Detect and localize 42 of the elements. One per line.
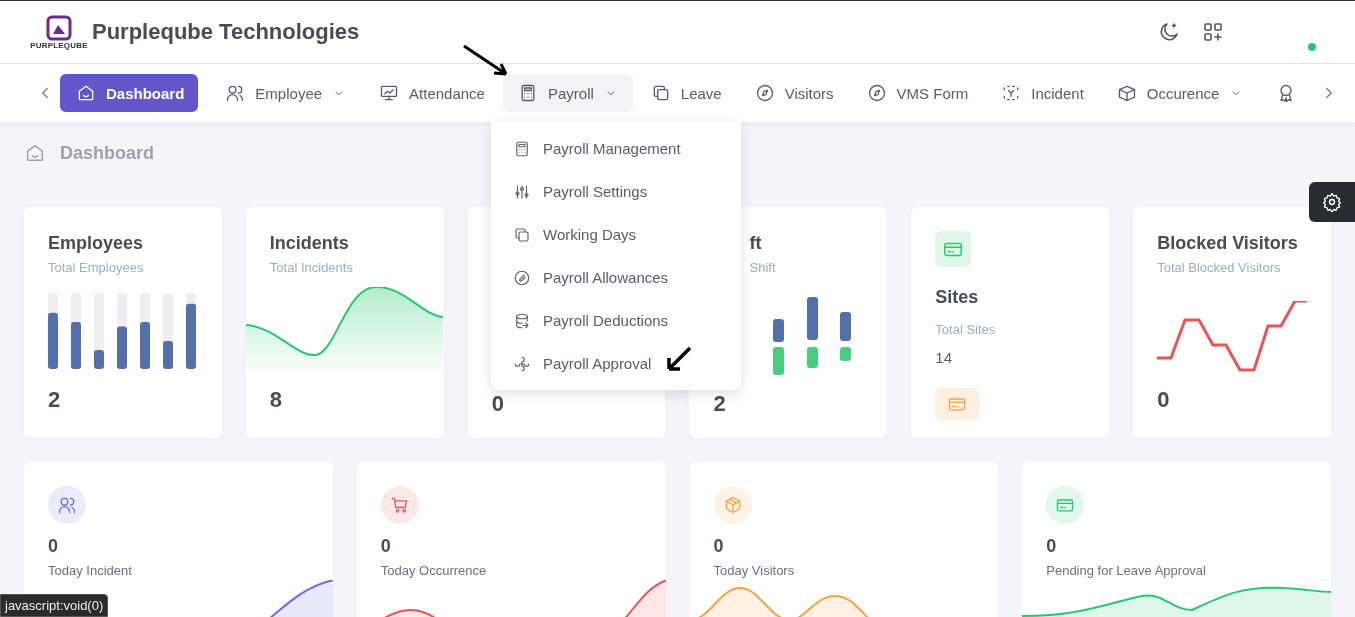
menu-item[interactable]: Payroll Allowances bbox=[491, 256, 741, 299]
card-value: 0 bbox=[1157, 387, 1170, 413]
nav-tab[interactable]: Leave bbox=[635, 74, 737, 112]
card-subtitle: Total Incidents bbox=[269, 260, 354, 275]
card-title: Sites bbox=[935, 287, 980, 308]
company-name: Purpleqube Technologies bbox=[92, 19, 361, 45]
menu-item[interactable]: Payroll Settings bbox=[491, 170, 741, 213]
menu-item[interactable]: Working Days bbox=[491, 213, 741, 256]
card-value: 0 bbox=[48, 536, 59, 557]
card-subtitle: Shift bbox=[748, 260, 777, 275]
nav-tab[interactable]: Dashboard bbox=[60, 74, 199, 112]
card-value: 0 bbox=[380, 536, 392, 557]
card-value: 0 bbox=[713, 536, 725, 557]
card-subtitle: Total Employees bbox=[48, 260, 145, 275]
card-label: Today Occurrence bbox=[380, 563, 488, 578]
nav-tab[interactable]: Attendance bbox=[364, 74, 500, 112]
card-title: Blocked Visitors bbox=[1157, 233, 1299, 254]
card-label: Pending for Leave Approval bbox=[1046, 563, 1207, 578]
card-value: 14 bbox=[935, 349, 953, 366]
card-value: 8 bbox=[269, 387, 283, 413]
card-title: ft bbox=[748, 233, 763, 254]
card-subtitle: Total Sites bbox=[935, 322, 997, 337]
card-title: Employees bbox=[48, 233, 145, 254]
card-title: Incidents bbox=[269, 233, 350, 254]
status-tooltip: javascript:void(0) bbox=[0, 594, 109, 617]
logo[interactable]: PURPLEQUBE bbox=[30, 13, 88, 51]
card-label: Today Visitors bbox=[713, 563, 796, 578]
nav-tab[interactable]: Occurence bbox=[1101, 74, 1259, 112]
nav-tab[interactable]: Incident bbox=[986, 74, 1099, 112]
card-value: 2 bbox=[48, 387, 61, 413]
menu-item[interactable]: Payroll Management bbox=[491, 127, 741, 170]
menu-item[interactable]: Payroll Approval bbox=[491, 342, 741, 385]
nav-tab[interactable]: Visitors bbox=[739, 74, 849, 112]
card-value: 0 bbox=[491, 391, 504, 417]
menu-item[interactable]: Payroll Deductions bbox=[491, 299, 741, 342]
card-value: 0 bbox=[1046, 536, 1058, 557]
nav-tab[interactable]: Payroll bbox=[502, 74, 633, 112]
nav-tab[interactable]: Employee bbox=[210, 74, 362, 112]
card-value: 2 bbox=[713, 391, 726, 417]
card-label: Today Incident bbox=[48, 563, 133, 578]
nav-tab[interactable]: VMS Form bbox=[851, 74, 984, 112]
card-subtitle: Total Blocked Visitors bbox=[1157, 260, 1282, 275]
